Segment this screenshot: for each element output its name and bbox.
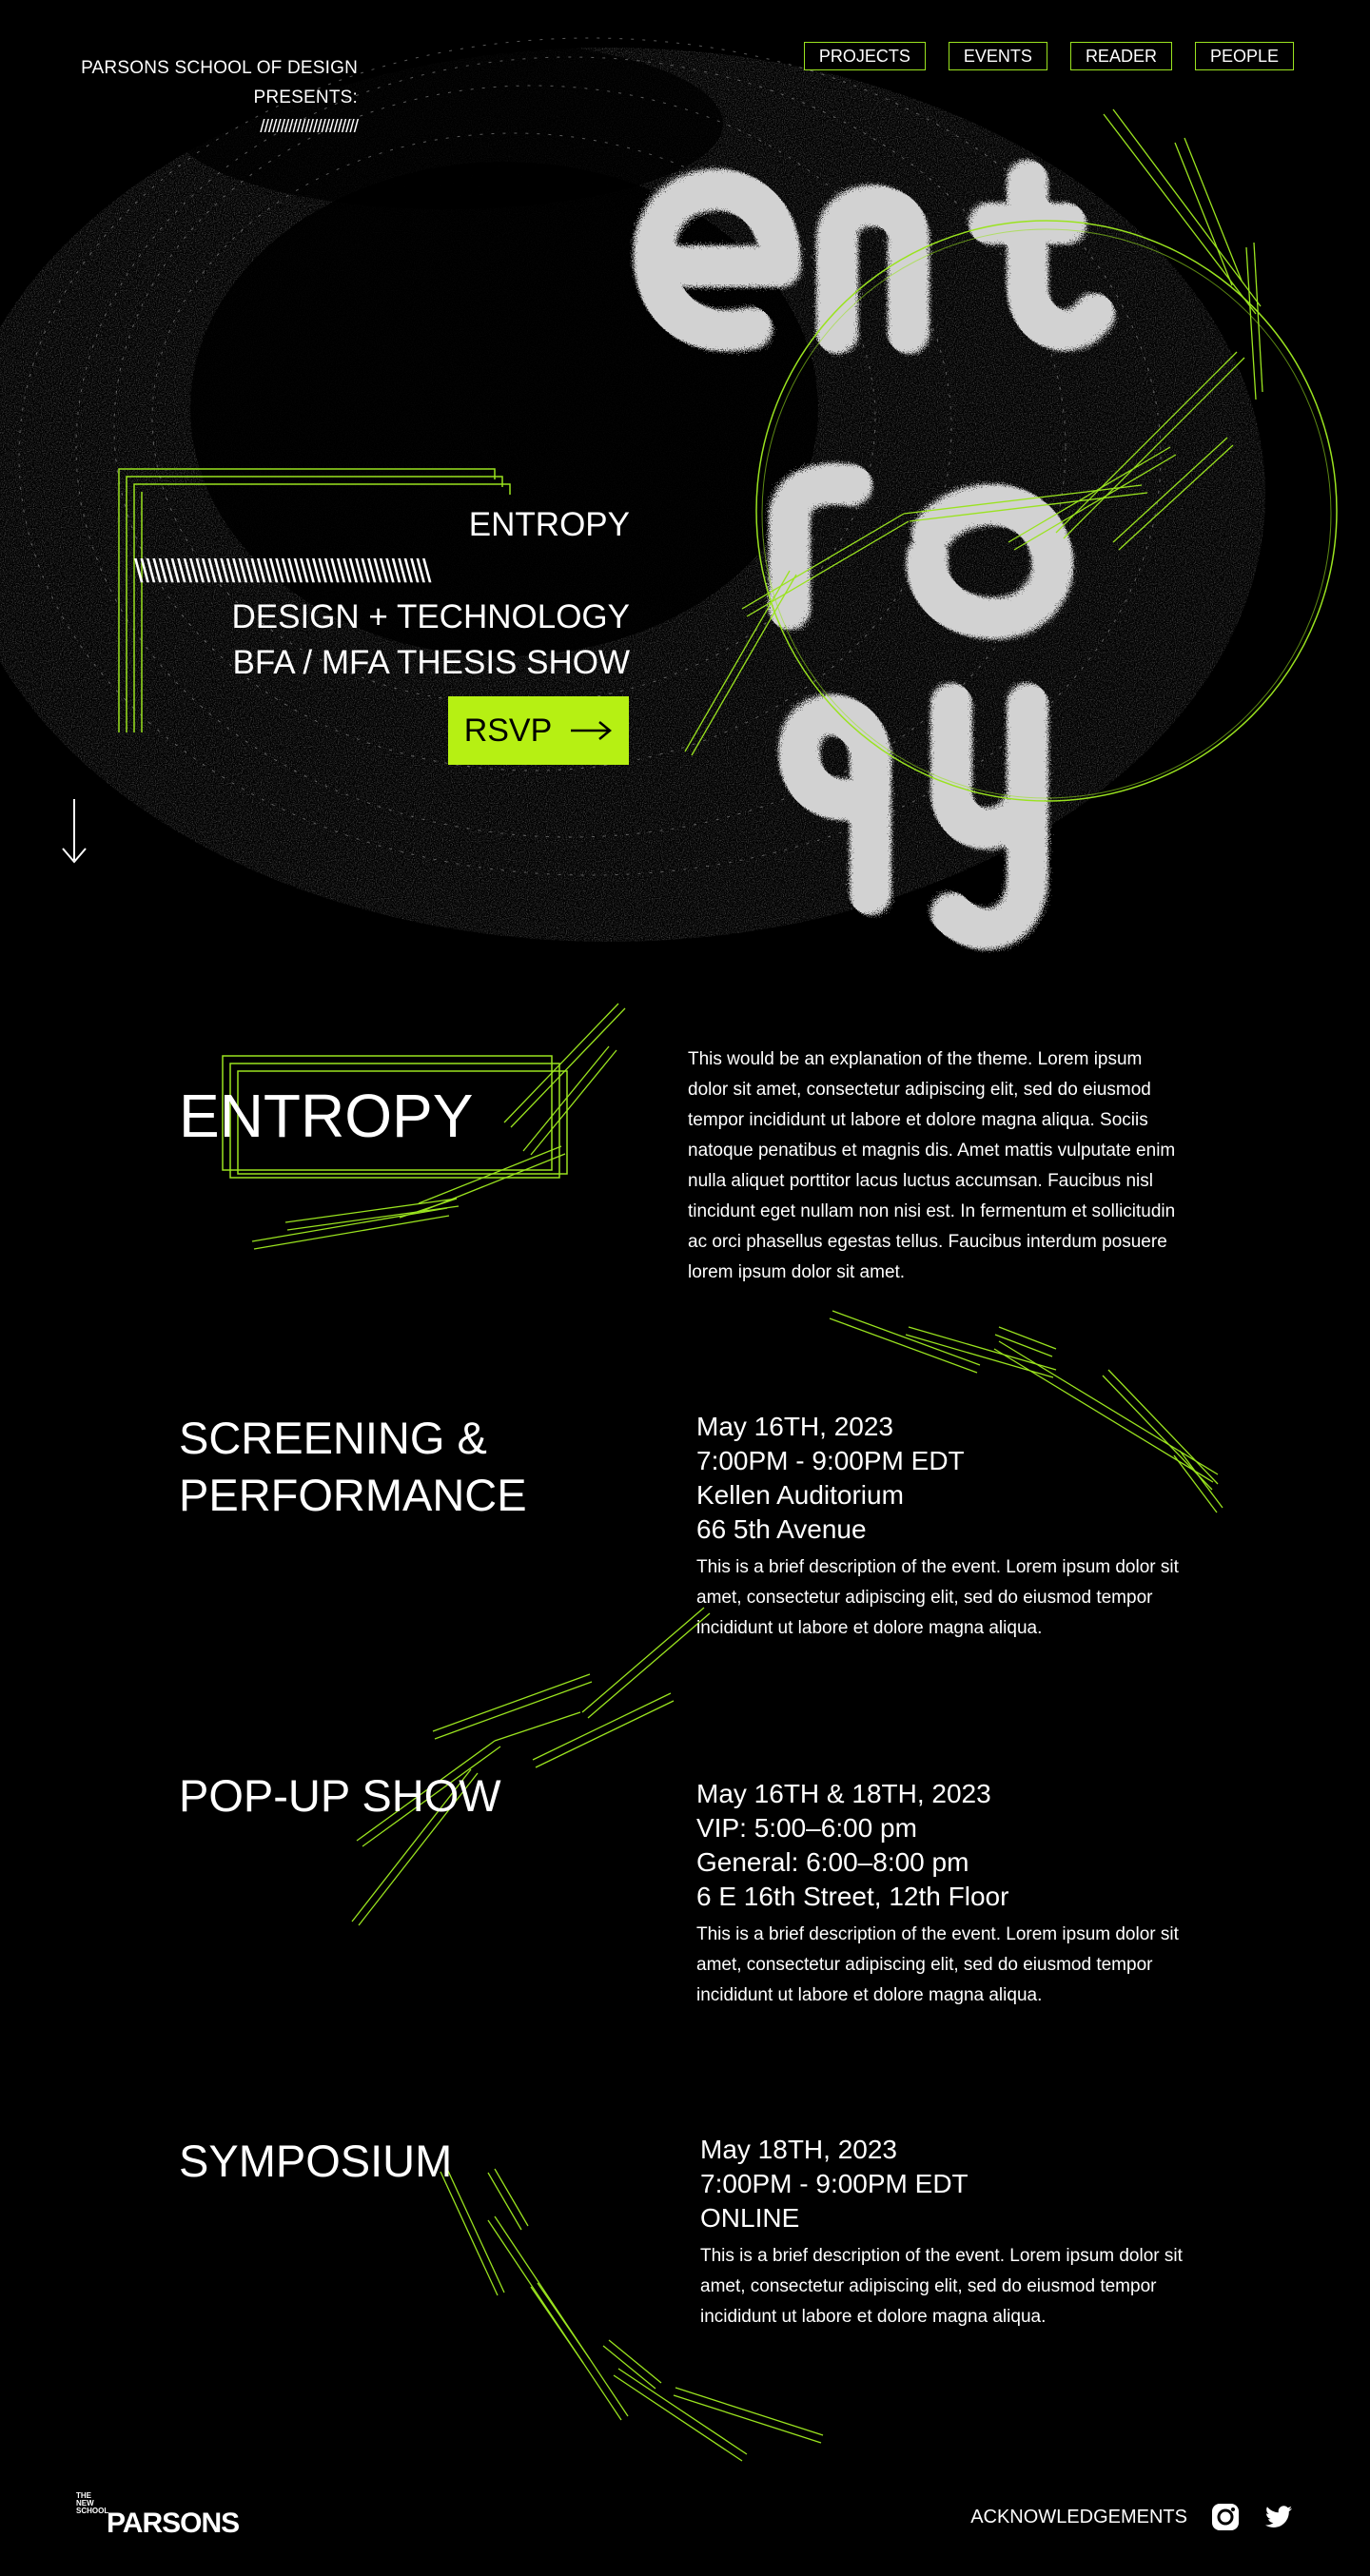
event-time: 7:00PM - 9:00PM EDT [700,2169,969,2198]
logo-word: PARSONS [107,2508,240,2539]
event-details-popup: May 16TH & 18TH, 2023 VIP: 5:00–6:00 pm … [696,1777,1210,2011]
event-address: 66 5th Avenue [696,1514,867,1544]
event-description: This is a brief description of the event… [696,1557,1179,1638]
presents-line-1: PARSONS SCHOOL OF DESIGN [81,58,358,78]
event-description: This is a brief description of the event… [700,2246,1183,2327]
event-general-time: General: 6:00–8:00 pm [696,1847,969,1877]
event-date: May 16TH, 2023 [696,1412,893,1441]
parsons-logo[interactable]: THE NEW SCHOOL PARSONS [76,2492,266,2540]
event-title-symposium: SYMPOSIUM [179,2133,452,2190]
acknowledgements-link[interactable]: ACKNOWLEDGEMENTS [970,2507,1187,2528]
presents-line-2: PRESENTS: [253,88,358,107]
top-nav: PROJECTS EVENTS READER PEOPLE [803,42,1294,70]
hero-slash-bar: \\\\\\\\\\\\\\\\\\\\\\\\\\\\\\\\\\\\\\\\… [134,556,431,587]
event-title-popup: POP-UP SHOW [179,1767,501,1825]
event-title-screening: SCREENING & PERFORMANCE [179,1410,527,1524]
hero-title: ENTROPY [468,506,630,543]
nav-events-button[interactable]: EVENTS [948,42,1047,70]
event-details-symposium: May 18TH, 2023 7:00PM - 9:00PM EDT ONLIN… [700,2133,1214,2332]
instagram-icon[interactable] [1210,2502,1241,2532]
footer-links: ACKNOWLEDGEMENTS [970,2502,1294,2532]
nav-people-button[interactable]: PEOPLE [1194,42,1294,70]
rsvp-button[interactable]: RSVP [448,696,629,765]
theme-description: This would be an explanation of the them… [688,1049,1176,1282]
arrow-down-icon[interactable] [59,797,89,866]
event-venue: Kellen Auditorium [696,1480,904,1510]
hero-text-block: ENTROPY [143,502,630,548]
event-vip-time: VIP: 5:00–6:00 pm [696,1813,917,1843]
hero-subtitle-block: DESIGN + TECHNOLOGY BFA / MFA THESIS SHO… [143,595,630,686]
nav-reader-button[interactable]: READER [1069,42,1172,70]
event-description: This is a brief description of the event… [696,1924,1179,2005]
event-time: 7:00PM - 9:00PM EDT [696,1446,965,1475]
presents-block: PARSONS SCHOOL OF DESIGN PRESENTS: /////… [57,53,359,142]
twitter-icon[interactable] [1263,2502,1294,2532]
event-title-line: SYMPOSIUM [179,2136,453,2186]
logo-small-text: THE NEW SCHOOL [76,2492,108,2515]
event-location: ONLINE [700,2203,800,2233]
event-date: May 16TH & 18TH, 2023 [696,1779,991,1808]
hero-line-2: BFA / MFA THESIS SHOW [232,644,630,681]
theme-title: ENTROPY [179,1082,474,1150]
event-details-screening: May 16TH, 2023 7:00PM - 9:00PM EDT Kelle… [696,1410,1210,1644]
rsvp-label: RSVP [463,712,553,749]
event-address: 6 E 16th Street, 12th Floor [696,1882,1009,1911]
logo-small-line: SCHOOL [76,2507,109,2515]
event-date: May 18TH, 2023 [700,2135,897,2164]
event-title-line: PERFORMANCE [179,1470,527,1520]
hero-line-1: DESIGN + TECHNOLOGY [231,598,630,635]
presents-slashes: //////////////////////// [260,117,359,137]
arrow-right-icon [571,721,613,740]
nav-projects-button[interactable]: PROJECTS [803,42,926,70]
event-title-line: SCREENING & [179,1413,487,1463]
event-title-line: POP-UP SHOW [179,1770,501,1821]
